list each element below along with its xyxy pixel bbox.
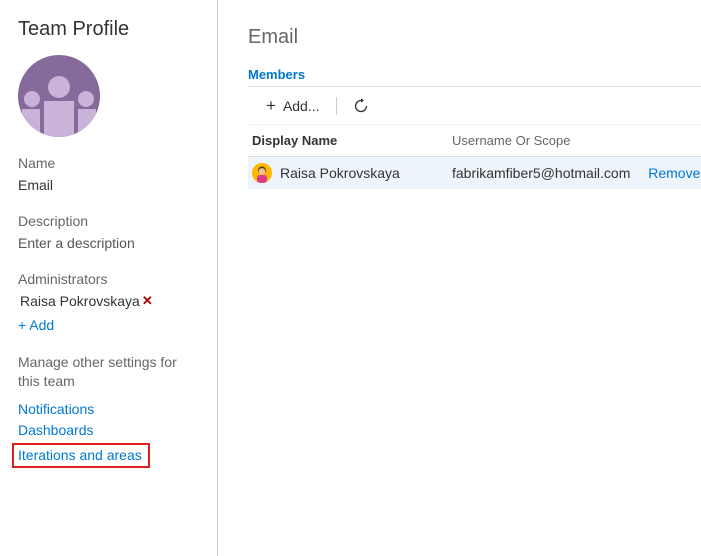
remove-admin-icon[interactable]: ✕ bbox=[142, 293, 153, 309]
column-username: Username Or Scope bbox=[452, 133, 630, 148]
name-label: Name bbox=[18, 155, 201, 171]
administrators-label: Administrators bbox=[18, 271, 201, 287]
manage-settings-heading: Manage other settings for this team bbox=[18, 353, 201, 391]
refresh-icon bbox=[353, 98, 369, 114]
table-row[interactable]: Raisa Pokrovskaya fabrikamfiber5@hotmail… bbox=[248, 157, 701, 189]
administrator-row: Raisa Pokrovskaya ✕ bbox=[20, 293, 201, 309]
main-panel: Email Members + Add... Display Name User… bbox=[218, 0, 701, 556]
iterations-highlight: Iterations and areas bbox=[12, 443, 150, 468]
iterations-and-areas-link[interactable]: Iterations and areas bbox=[18, 447, 142, 463]
sidebar-title: Team Profile bbox=[18, 18, 201, 41]
add-admin-link[interactable]: + Add bbox=[18, 317, 201, 333]
dashboards-link[interactable]: Dashboards bbox=[18, 422, 201, 438]
team-profile-sidebar: Team Profile Name Email Description Ente… bbox=[0, 0, 218, 556]
refresh-button[interactable] bbox=[347, 94, 375, 118]
row-display-cell: Raisa Pokrovskaya bbox=[252, 163, 452, 183]
people-icon bbox=[18, 75, 100, 137]
plus-icon: + bbox=[266, 97, 276, 114]
members-tab[interactable]: Members bbox=[248, 67, 701, 82]
name-value[interactable]: Email bbox=[18, 177, 201, 193]
add-member-button[interactable]: + Add... bbox=[260, 93, 326, 118]
description-placeholder[interactable]: Enter a description bbox=[18, 235, 201, 251]
members-table-header: Display Name Username Or Scope bbox=[248, 125, 701, 157]
column-display-name: Display Name bbox=[252, 133, 452, 148]
toolbar-separator bbox=[336, 97, 337, 115]
column-action bbox=[630, 133, 700, 148]
person-icon bbox=[252, 163, 272, 183]
administrator-name: Raisa Pokrovskaya bbox=[20, 293, 140, 309]
add-member-label: Add... bbox=[283, 98, 320, 114]
remove-member-link[interactable]: Remove bbox=[648, 165, 700, 181]
notifications-link[interactable]: Notifications bbox=[18, 401, 201, 417]
member-display-name: Raisa Pokrovskaya bbox=[280, 165, 400, 181]
settings-links: Notifications Dashboards Iterations and … bbox=[18, 401, 201, 468]
member-username: fabrikamfiber5@hotmail.com bbox=[452, 165, 630, 181]
member-avatar bbox=[252, 163, 272, 183]
team-avatar[interactable] bbox=[18, 55, 100, 137]
description-label: Description bbox=[18, 213, 201, 229]
members-toolbar: + Add... bbox=[248, 86, 701, 125]
main-title: Email bbox=[248, 26, 701, 49]
